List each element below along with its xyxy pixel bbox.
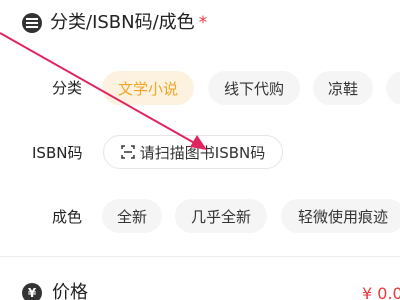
- category-label: 分类: [52, 79, 83, 97]
- yen-icon: ¥: [22, 283, 42, 300]
- price-value[interactable]: ¥ 0.0: [362, 284, 400, 300]
- category-option-selected[interactable]: 文学小说: [102, 71, 194, 105]
- scan-isbn-button[interactable]: 请扫描图书ISBN码: [103, 135, 283, 169]
- divider: [0, 256, 400, 257]
- category-option-partial[interactable]: [386, 71, 400, 105]
- condition-label: 成色: [52, 208, 83, 226]
- condition-option[interactable]: 轻微使用痕迹: [281, 199, 400, 233]
- publish-form: 分类/ISBN码/成色 * 分类 文学小说 线下代购 凉鞋 ISBN码 请扫描图…: [0, 0, 400, 300]
- scan-icon: [121, 145, 135, 159]
- section-title: 分类/ISBN码/成色: [50, 12, 195, 33]
- category-option[interactable]: 线下代购: [208, 71, 300, 105]
- required-marker: *: [198, 13, 208, 33]
- category-option[interactable]: 凉鞋: [313, 71, 373, 105]
- list-icon: [22, 13, 42, 33]
- section-header: 分类/ISBN码/成色 *: [22, 12, 207, 34]
- condition-option[interactable]: 全新: [102, 199, 162, 233]
- isbn-label: ISBN码: [32, 144, 83, 162]
- price-label: 价格: [52, 282, 88, 300]
- condition-option[interactable]: 几乎全新: [175, 199, 267, 233]
- scan-isbn-label: 请扫描图书ISBN码: [139, 143, 266, 162]
